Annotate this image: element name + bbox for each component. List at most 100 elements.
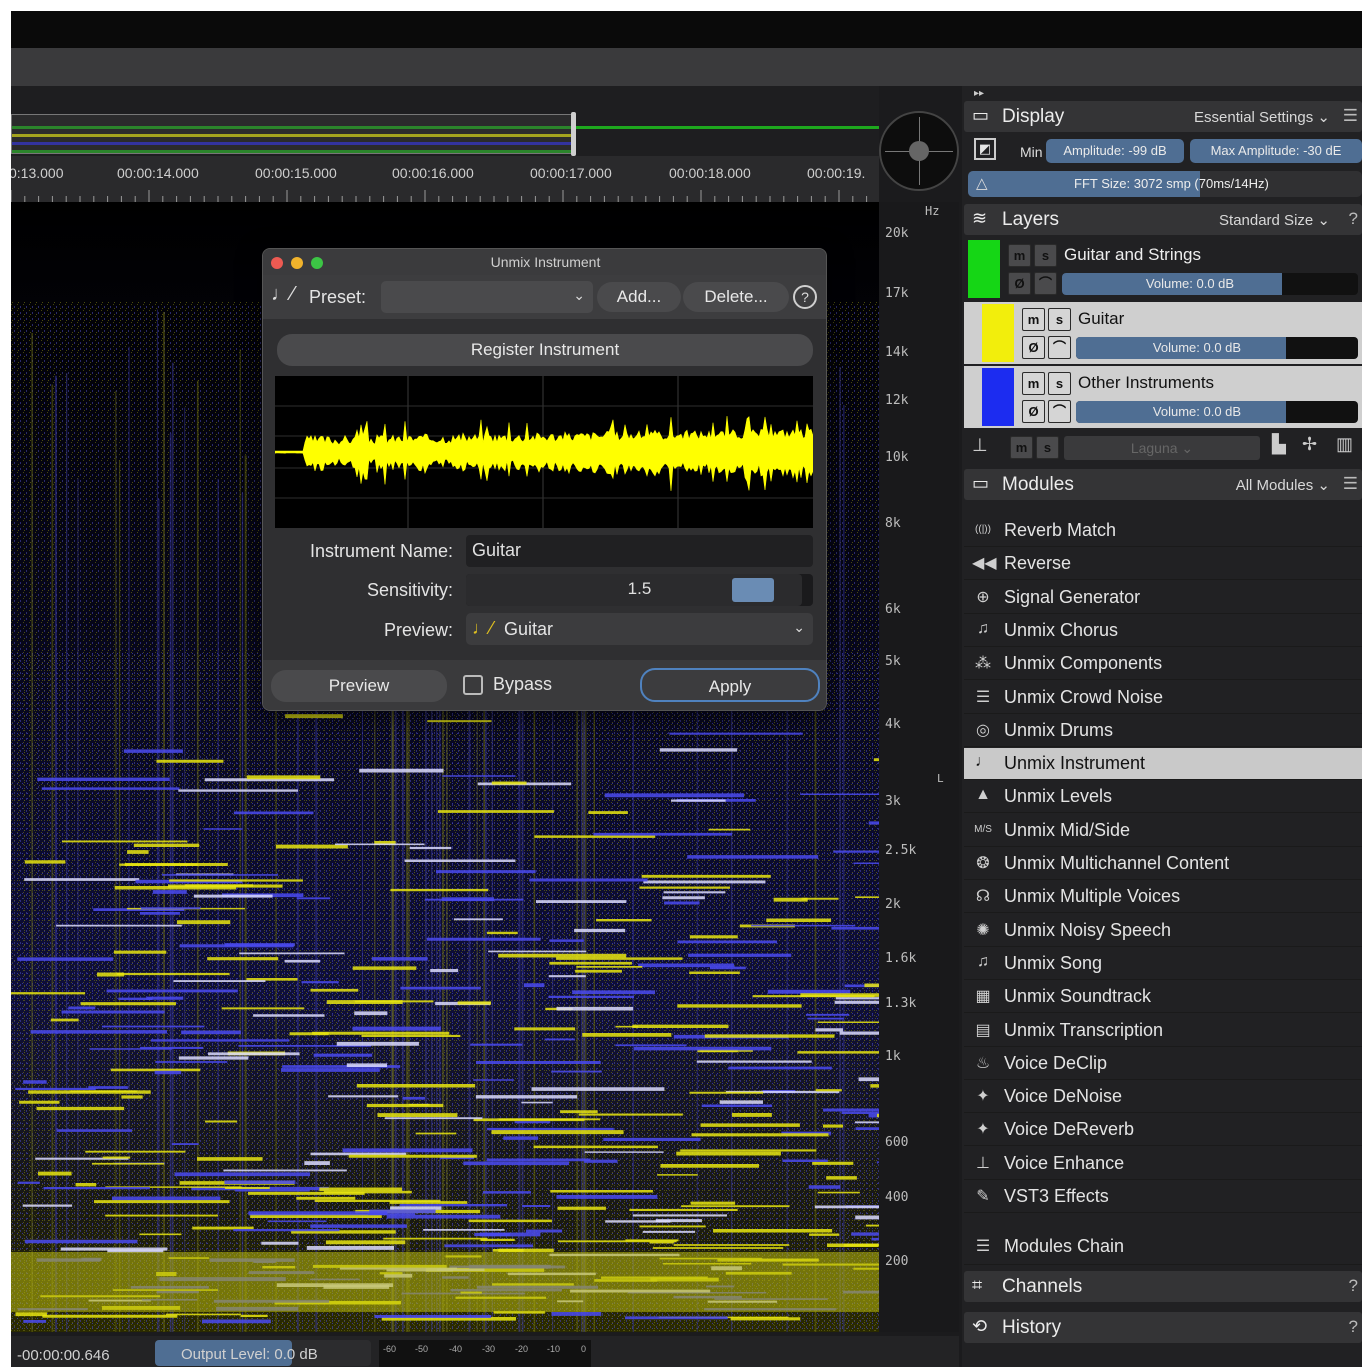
freq-label: 10k [885,450,909,465]
module-item[interactable]: ✎ VST3 Effects [964,1181,1362,1213]
register-instrument-button[interactable]: Register Instrument [277,334,813,366]
envelope-button[interactable]: ⌒ [1048,336,1071,359]
add-layer-icon[interactable]: ▙ [1272,434,1286,455]
modules-filter-dropdown[interactable]: All Modules ⌄ [1236,476,1330,494]
module-item[interactable]: ▲ Unmix Levels [964,781,1362,814]
apply-button[interactable]: Apply [640,668,820,702]
delete-preset-button[interactable]: Delete... [683,282,789,312]
mute-button[interactable]: m [1022,372,1045,395]
voice-denoise-icon: ✦ [976,1088,990,1106]
module-item[interactable]: ((|)) Reverb Match [964,515,1362,547]
phase-invert-button[interactable]: Ø [1008,272,1031,295]
display-section-header[interactable]: ▭ Display Essential Settings ⌄ ☰ [964,101,1362,132]
module-item[interactable]: ▤ Unmix Transcription [964,1015,1362,1047]
preview-button[interactable]: Preview [271,670,447,702]
solo-button[interactable]: s [1048,308,1071,331]
module-item[interactable]: ♫ Unmix Song [964,948,1362,980]
fft-size-slider[interactable]: △ FFT Size: 3072 smp (70ms/14Hz) [968,171,1362,197]
module-item[interactable]: ❂ Unmix Multichannel Content [964,848,1362,880]
unmix-instrument-icon: ♩⁄ [472,618,494,638]
solo-button[interactable]: s [1036,436,1059,459]
modules-section-header[interactable]: ▭ Modules All Modules ⌄ ☰ [964,469,1362,500]
min-amplitude-slider[interactable]: Amplitude: -99 dB [1046,139,1184,163]
layer-guitar-and-strings[interactable]: m s Guitar and Strings Ø ⌒ Volume: 0.0 d… [964,238,1362,300]
output-level-slider[interactable]: Output Level: 0.0 dB [155,1340,371,1366]
layers-section-header[interactable]: ≋ Layers Standard Size ⌄ ? [964,204,1362,235]
envelope-button[interactable]: ⌒ [1048,400,1071,423]
collapse-panel-icon[interactable]: ▸▸ [974,88,984,99]
module-item[interactable]: ✺ Unmix Noisy Speech [964,915,1362,947]
cursor-time: -00:00:00.646 [17,1347,110,1364]
overview-selection[interactable] [11,114,573,154]
solo-button[interactable]: s [1048,372,1071,395]
unmix-instrument-icon: ♩⁄ [271,283,295,305]
module-item[interactable]: M/S Unmix Mid/Side [964,815,1362,847]
sensitivity-slider[interactable]: 1.5 [466,574,813,606]
split-layer-icon[interactable]: ✢ [1302,434,1317,455]
module-item[interactable]: ⊥ Voice Enhance [964,1148,1362,1180]
help-icon[interactable]: ? [793,285,817,309]
layers-size-dropdown[interactable]: Standard Size ⌄ [1219,211,1330,229]
dialog-actions: Preview Bypass Apply [263,660,826,710]
layer-color-swatch[interactable] [968,240,1000,298]
module-item[interactable]: ✦ Voice DeNoise [964,1081,1362,1114]
help-icon[interactable]: ? [1349,1317,1358,1337]
envelope-button[interactable]: ⌒ [1034,272,1057,295]
layer-volume-slider[interactable]: Volume: 0.0 dB [1076,401,1358,423]
layer-volume-slider[interactable]: Volume: 0.0 dB [1062,273,1358,295]
preset-dropdown[interactable]: ⌄ [381,281,593,313]
modules-title: Modules [1002,474,1074,495]
history-section-header[interactable]: ⟲ History ? [964,1312,1362,1343]
mixer-icon[interactable]: ⊥ [972,435,988,456]
module-item[interactable]: ☊ Unmix Multiple Voices [964,881,1362,914]
mute-button[interactable]: m [1022,308,1045,331]
menu-icon[interactable]: ☰ [1343,106,1358,126]
dialog-titlebar[interactable]: Unmix Instrument [263,249,826,275]
module-item[interactable]: ⁂ Unmix Components [964,648,1362,681]
overview-playhead-handle[interactable] [571,112,576,156]
module-item[interactable]: ♩ Unmix Instrument [964,748,1362,781]
module-item[interactable]: ✦ Voice DeReverb [964,1114,1362,1147]
display-mode-dropdown[interactable]: Essential Settings ⌄ [1194,108,1330,126]
help-icon[interactable]: ? [1349,1276,1358,1296]
mute-button[interactable]: m [1008,244,1031,267]
add-preset-button[interactable]: Add... [597,282,681,312]
channels-section-header[interactable]: ⌗ Channels ? [964,1271,1362,1302]
time-label: 00:00:16.000 [392,165,474,181]
reverse-icon: ◀◀ [972,555,997,573]
instrument-name-field[interactable]: Guitar [466,535,813,567]
solo-button[interactable]: s [1034,244,1057,267]
time-ruler[interactable]: 0:13.000 00:00:14.000 00:00:15.000 00:00… [11,156,879,202]
layer-other-instruments[interactable]: m s Other Instruments Ø ⌒ Volume: 0.0 dB [964,366,1362,428]
layer-body: m s Other Instruments Ø ⌒ Volume: 0.0 dB [1018,368,1360,426]
module-item[interactable]: ◎ Unmix Drums [964,715,1362,747]
phase-invert-button[interactable]: Ø [1022,336,1045,359]
amplitude-row: ◩ Min Amplitude: -99 dB Max Amplitude: -… [964,136,1362,166]
layer-color-swatch[interactable] [982,368,1014,426]
layer-color-swatch[interactable] [982,304,1014,362]
bypass-checkbox[interactable] [463,675,483,695]
module-item[interactable]: ⊕ Signal Generator [964,582,1362,614]
preview-dropdown[interactable]: ♩⁄ Guitar ⌄ [466,613,813,645]
unmix-instrument-icon: ♩ [975,753,991,771]
layer-volume-slider[interactable]: Volume: 0.0 dB [1076,337,1358,359]
layer-name-dropdown[interactable]: Laguna ⌄ [1064,436,1260,460]
trash-icon[interactable]: ▥ [1336,434,1353,455]
module-item[interactable]: ♫ Unmix Chorus [964,615,1362,647]
spectrogram-navigator[interactable] [879,111,959,191]
modules-chain[interactable]: ☰ Modules Chain [964,1231,1362,1265]
module-item[interactable]: ◀◀ Reverse [964,548,1362,581]
module-item[interactable]: ☰ Unmix Crowd Noise [964,682,1362,714]
max-amplitude-slider[interactable]: Max Amplitude: -30 dE [1190,139,1362,163]
layer-guitar[interactable]: m s Guitar Ø ⌒ Volume: 0.0 dB [964,302,1362,364]
help-icon[interactable]: ? [1349,209,1358,229]
module-item[interactable]: ♨ Voice DeClip [964,1048,1362,1080]
waveform-overview[interactable] [11,86,879,156]
sensitivity-slider-handle[interactable] [732,578,774,602]
layer-volume-value: Volume: 0.0 dB [1145,276,1235,291]
module-label: Unmix Multichannel Content [1004,853,1230,873]
module-item[interactable]: ▦ Unmix Soundtrack [964,981,1362,1014]
mute-button[interactable]: m [1010,436,1033,459]
phase-invert-button[interactable]: Ø [1022,400,1045,423]
menu-icon[interactable]: ☰ [1343,474,1358,494]
